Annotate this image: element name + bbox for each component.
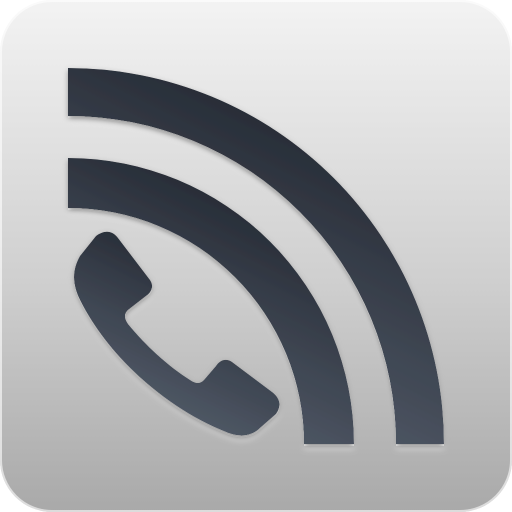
phone-signal-app-icon[interactable] (0, 0, 512, 512)
